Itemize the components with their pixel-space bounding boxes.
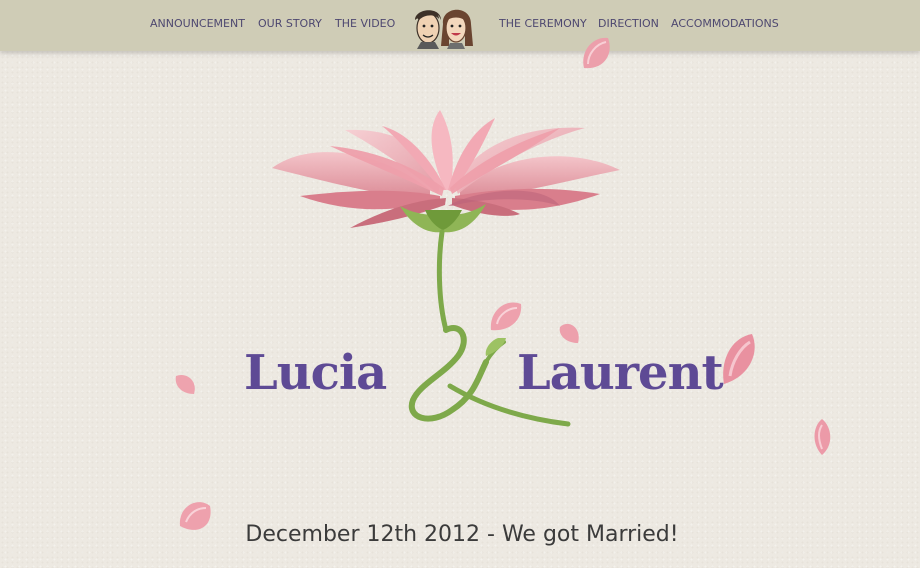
- wedding-date-headline: December 12th 2012 - We got Married!: [245, 522, 679, 547]
- nav-link-announcement[interactable]: ANNOUNCEMENT: [150, 17, 245, 31]
- groom-name: Laurent: [517, 345, 724, 401]
- top-nav-bar: ANNOUNCEMENT OUR STORY THE VIDEO THE CER…: [0, 0, 920, 51]
- nav-link-the-ceremony[interactable]: THE CEREMONY: [499, 17, 587, 31]
- nav-link-our-story[interactable]: OUR STORY: [258, 17, 322, 31]
- nav-link-the-video[interactable]: THE VIDEO: [335, 17, 395, 31]
- bride-name: Lucia: [244, 345, 387, 401]
- petal-decoration: [175, 374, 195, 394]
- petal-decoration: [559, 323, 579, 343]
- petal-decoration: [814, 419, 831, 455]
- petal-decoration: [490, 302, 522, 331]
- petal-decoration: [723, 334, 755, 384]
- petal-decoration: [179, 502, 211, 530]
- petal-decoration: [583, 37, 610, 69]
- nav-link-direction[interactable]: DIRECTION: [598, 17, 659, 31]
- nav-link-accommodations[interactable]: ACCOMMODATIONS: [671, 17, 779, 31]
- couple-avatar-icon[interactable]: [409, 2, 475, 50]
